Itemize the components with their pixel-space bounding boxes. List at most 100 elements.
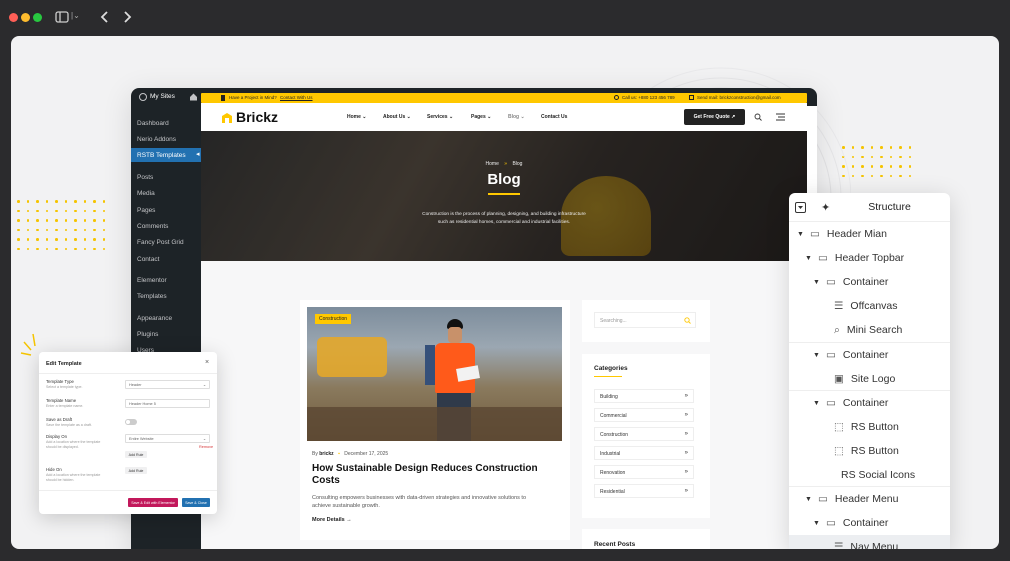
dots-decoration-left: [17, 200, 105, 250]
toggle-knob: [126, 420, 130, 424]
category-commercial[interactable]: Commercial: [594, 408, 694, 422]
wordpress-icon[interactable]: [139, 93, 147, 101]
save-draft-toggle[interactable]: [125, 419, 137, 425]
hide-on-label: Hide On: [46, 467, 62, 472]
container-icon: ▭: [809, 228, 820, 240]
structure-item-nav-menu[interactable]: ☰ Nav Menu: [834, 535, 898, 549]
wp-menu-elementor[interactable]: Elementor: [137, 277, 167, 284]
offcanvas-icon: ☰: [834, 300, 844, 312]
structure-item-site-logo[interactable]: ▣ Site Logo: [834, 367, 895, 391]
structure-item-header-topbar[interactable]: ▼ ▭ Header Topbar: [805, 246, 904, 270]
post-title[interactable]: How Sustainable Design Reduces Construct…: [312, 463, 562, 487]
structure-item-container-2[interactable]: ▼ ▭ Container: [813, 343, 888, 367]
add-rule-button-2[interactable]: Add Rule: [125, 467, 147, 474]
close-dot[interactable]: [9, 13, 18, 22]
structure-item-container-4[interactable]: ▼ ▭ Container: [813, 511, 888, 535]
nav-home[interactable]: Home ⌄: [347, 114, 367, 120]
save-close-button[interactable]: Save & Close: [182, 498, 210, 507]
structure-item-mini-search[interactable]: ⌕ Mini Search: [834, 318, 902, 342]
post-author[interactable]: brickz: [319, 451, 333, 457]
categories-title: Categories: [594, 365, 628, 372]
remove-rule-link[interactable]: Remove: [199, 445, 213, 449]
template-name-input[interactable]: Header Home 5: [125, 399, 210, 408]
wp-menu-dashboard[interactable]: Dashboard: [137, 120, 169, 127]
structure-item-rs-button-2[interactable]: ⬚ RS Button: [834, 439, 899, 463]
close-icon[interactable]: ×: [205, 359, 209, 366]
title-underline: [488, 193, 520, 195]
structure-panel: ✦ Structure ▼ ▭ Header Mian ▼ ▭ Header Topba…: [789, 193, 950, 549]
chevron-down-icon[interactable]: |⌄: [71, 11, 80, 20]
home-icon[interactable]: [189, 92, 198, 101]
menu-icon[interactable]: [776, 113, 785, 121]
structure-item-rs-button-1[interactable]: ⬚ RS Button: [834, 415, 899, 439]
category-industrial[interactable]: Industrial: [594, 446, 694, 460]
page-title: Blog: [487, 171, 521, 188]
back-icon[interactable]: [100, 11, 110, 23]
blog-hero: Home » Blog Blog Construction is the pro…: [201, 131, 807, 261]
sidebar-search-input[interactable]: Searching...: [594, 312, 696, 328]
call-text: Call us: +880 123 456 789: [622, 95, 675, 100]
category-building[interactable]: Building: [594, 389, 694, 403]
caret-down-icon[interactable]: ▼: [797, 231, 804, 238]
display-on-select[interactable]: Entire Website ⌄: [125, 434, 210, 443]
my-sites-link[interactable]: My Sites: [150, 93, 175, 100]
worker-face: [448, 327, 462, 343]
structure-item-container-1[interactable]: ▼ ▭ Container: [813, 270, 888, 294]
breadcrumb-separator-icon: »: [504, 161, 508, 167]
nav-blog[interactable]: Blog ⌄: [508, 114, 525, 120]
wp-menu-appearance[interactable]: Appearance: [137, 315, 172, 322]
wp-menu-contact[interactable]: Contact: [137, 256, 159, 263]
structure-item-rs-social-icons[interactable]: RS Social Icons: [841, 463, 915, 487]
category-residential[interactable]: Residential: [594, 484, 694, 498]
breadcrumb-home[interactable]: Home: [486, 161, 499, 167]
more-details-link[interactable]: More Details →: [312, 517, 352, 523]
maximize-dot[interactable]: [33, 13, 42, 22]
structure-item-offcanvas[interactable]: ☰ Offcanvas: [834, 294, 898, 318]
wp-menu-nerio-addons[interactable]: Nerio Addons: [137, 136, 176, 143]
template-type-select[interactable]: Header ⌄: [125, 380, 210, 389]
wp-menu-rstb-templates[interactable]: RSTB Templates: [137, 152, 186, 159]
caret-down-icon[interactable]: ▼: [813, 279, 820, 286]
structure-item-container-3[interactable]: ▼ ▭ Container: [813, 391, 888, 415]
forward-icon[interactable]: [122, 11, 132, 23]
nav-about[interactable]: About Us ⌄: [383, 114, 411, 120]
wp-menu-posts[interactable]: Posts: [137, 174, 153, 181]
calendar-icon: ▪: [338, 451, 340, 457]
add-rule-button[interactable]: Add Rule: [125, 451, 147, 458]
category-renovation[interactable]: Renovation: [594, 465, 694, 479]
wp-menu-comments[interactable]: Comments: [137, 223, 168, 230]
caret-down-icon[interactable]: ▼: [805, 255, 812, 262]
site-logo-text[interactable]: Brickz: [236, 109, 278, 125]
post-date: December 17, 2025: [344, 451, 389, 457]
save-edit-elementor-button[interactable]: Save & Edit with Elementor: [128, 498, 178, 507]
structure-item-header-menu[interactable]: ▼ ▭ Header Menu: [805, 487, 898, 511]
wp-menu-fancy-post-grid[interactable]: Fancy Post Grid: [137, 239, 184, 246]
post-category-badge[interactable]: Construction: [315, 314, 352, 324]
search-icon[interactable]: [684, 317, 691, 324]
category-construction[interactable]: Construction: [594, 427, 694, 441]
minimize-dot[interactable]: [21, 13, 30, 22]
nav-services[interactable]: Services ⌄: [427, 114, 453, 120]
nav-pages[interactable]: Pages ⌄: [471, 114, 491, 120]
caret-down-icon[interactable]: ▼: [813, 352, 820, 359]
caret-down-icon[interactable]: ▼: [813, 400, 820, 407]
get-quote-button[interactable]: Get Free Quote ↗: [684, 109, 745, 125]
brickz-logo-icon[interactable]: [221, 112, 233, 124]
template-type-label: Template Type: [46, 379, 74, 384]
structure-item-header-mian[interactable]: ▼ ▭ Header Mian: [797, 222, 887, 246]
blueprint-paper: [456, 365, 480, 382]
nav-contact[interactable]: Contact Us: [541, 114, 567, 120]
post-image[interactable]: Construction: [307, 307, 562, 441]
post-excerpt: Consulting empowers businesses with data…: [312, 495, 527, 509]
caret-down-icon[interactable]: ▼: [805, 496, 812, 503]
caret-down-icon[interactable]: ▼: [813, 520, 820, 527]
contact-link[interactable]: Contact With Us: [280, 95, 313, 100]
sidebar-icon[interactable]: [55, 11, 69, 23]
wp-menu-templates[interactable]: Templates: [137, 293, 167, 300]
search-icon[interactable]: [754, 113, 762, 121]
wp-menu-media[interactable]: Media: [137, 190, 155, 197]
hero-overlay: [201, 131, 807, 261]
wp-menu-pages[interactable]: Pages: [137, 207, 155, 214]
wp-menu-plugins[interactable]: Plugins: [137, 331, 158, 338]
call-icon: [614, 95, 619, 100]
